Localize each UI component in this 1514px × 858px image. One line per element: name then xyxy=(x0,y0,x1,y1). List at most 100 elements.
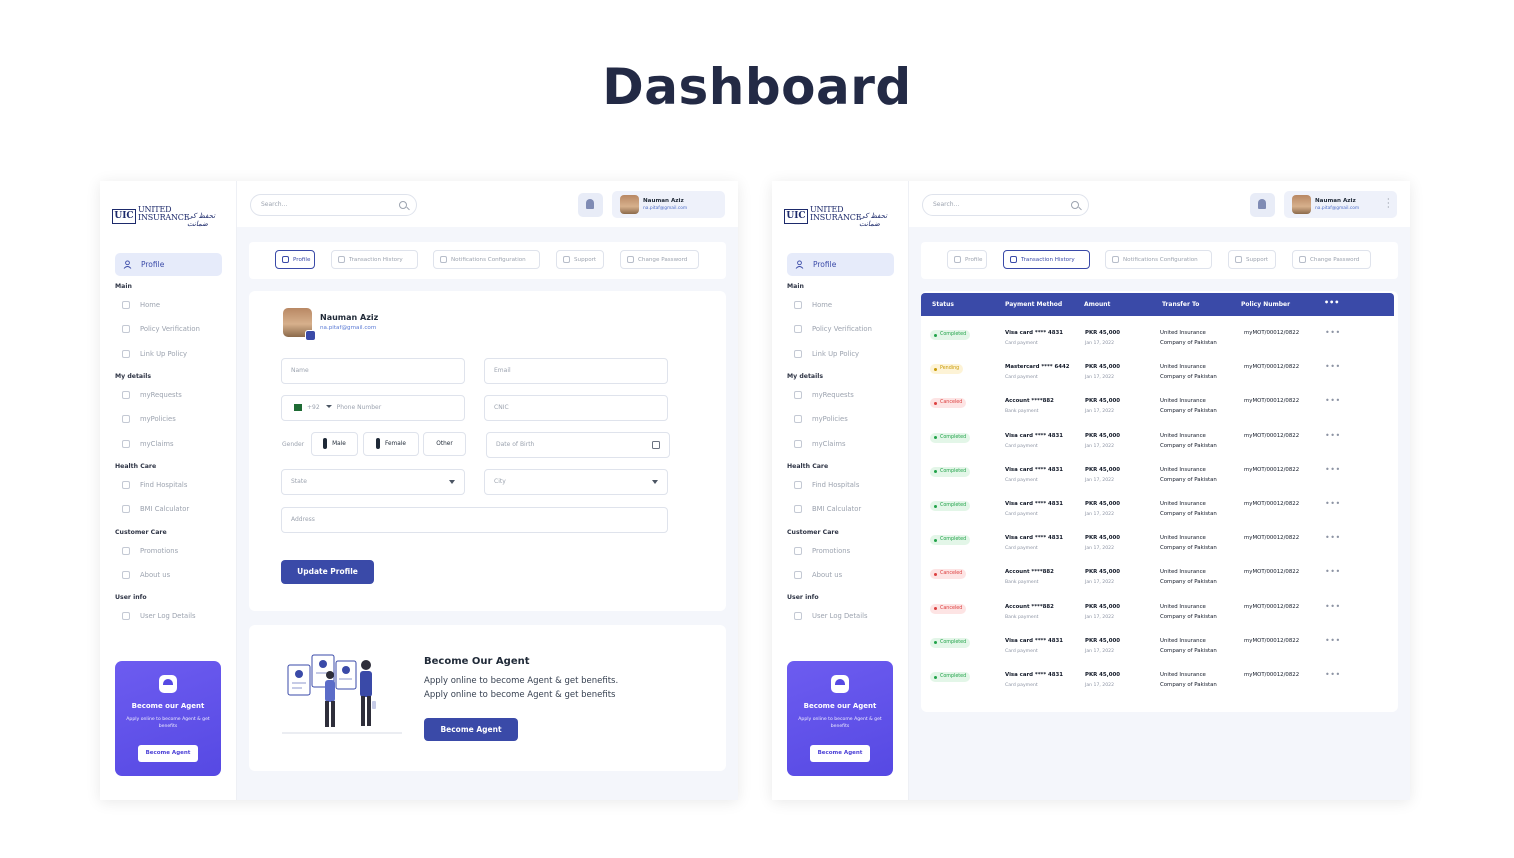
tab-transaction-history[interactable]: Transaction History xyxy=(1003,250,1090,269)
tab-notifications-configuration[interactable]: Notifications Configuration xyxy=(1105,250,1212,269)
calendar-icon[interactable] xyxy=(652,441,660,449)
tab-transaction-history[interactable]: Transaction History xyxy=(331,250,418,269)
row-more-dots-icon[interactable]: ••• xyxy=(1325,602,1341,610)
sidebar-item-promotions[interactable]: Promotions xyxy=(122,547,178,555)
search-input[interactable]: Search... xyxy=(250,194,417,216)
sidebar-item-my-requests[interactable]: myRequests xyxy=(122,391,182,399)
user-menu[interactable]: Nauman Aziz na.pitaf@gmail.com xyxy=(612,191,725,218)
table-row[interactable]: Completed Visa card **** 4831 Card payment… xyxy=(921,323,1394,357)
sidebar-item-user-log-details[interactable]: User Log Details xyxy=(122,612,196,620)
tab-profile[interactable]: Profile xyxy=(275,250,315,269)
sidebar-item-profile[interactable]: Profile xyxy=(115,253,222,276)
agent-banner-line-2: Apply online to become Agent & get benef… xyxy=(424,690,616,700)
row-more-dots-icon[interactable]: ••• xyxy=(1325,671,1341,679)
tab-notifications-configuration[interactable]: Notifications Configuration xyxy=(433,250,540,269)
table-row[interactable]: Pending Mastercard **** 6442 Card payment P… xyxy=(921,357,1394,391)
sidebar-item-my-claims[interactable]: myClaims xyxy=(794,440,846,448)
profile-avatar[interactable] xyxy=(283,308,316,341)
gender-male-button[interactable]: Male xyxy=(311,432,358,456)
name-field[interactable]: Name xyxy=(281,358,465,384)
cnic-field[interactable]: CNIC xyxy=(484,395,668,421)
sidebar-item-link-up-policy[interactable]: Link Up Policy xyxy=(122,350,187,358)
sidebar-item-find-hospitals[interactable]: Find Hospitals xyxy=(794,481,859,489)
gender-other-button[interactable]: Other xyxy=(423,432,466,456)
table-row[interactable]: Canceled Account ****882 Bank payment PKR 4… xyxy=(921,391,1394,425)
search-icon[interactable] xyxy=(1071,201,1079,209)
sidebar-item-user-log-details[interactable]: User Log Details xyxy=(794,612,868,620)
column-amount[interactable]: Amount xyxy=(1084,301,1110,308)
date-of-birth-field[interactable]: Date of Birth xyxy=(486,432,670,458)
table-row[interactable]: Canceled Account ****882 Bank payment PKR 4… xyxy=(921,597,1394,631)
policy-number: myMOT/00012/0822 xyxy=(1244,603,1300,610)
tab-change-password[interactable]: Change Password xyxy=(620,250,699,269)
camera-icon[interactable] xyxy=(305,330,316,341)
search-input[interactable]: Search... xyxy=(922,194,1089,216)
state-select[interactable]: State xyxy=(281,469,465,495)
row-more-dots-icon[interactable]: ••• xyxy=(1325,500,1341,508)
phone-field[interactable]: +92 Phone Number xyxy=(281,395,465,421)
brand-logo[interactable]: UIC UNITED INSURANCE تحفظ کی ضمانت xyxy=(112,206,227,228)
become-agent-button[interactable]: Become Agent xyxy=(810,745,870,762)
transfer-to-company: Company of Pakistan xyxy=(1160,511,1217,517)
sidebar-item-find-hospitals[interactable]: Find Hospitals xyxy=(122,481,187,489)
section-health-care-label: Health Care xyxy=(115,463,157,470)
tab-profile[interactable]: Profile xyxy=(947,250,987,269)
profile-tabs: Profile Transaction History Notification… xyxy=(921,242,1398,279)
become-agent-banner-button[interactable]: Become Agent xyxy=(424,718,518,741)
sidebar-item-policy-verification[interactable]: Policy Verification xyxy=(122,325,200,333)
sidebar-item-home[interactable]: Home xyxy=(122,301,160,309)
column-policy-number[interactable]: Policy Number xyxy=(1241,301,1290,308)
user-menu[interactable]: Nauman Aziz na.pitaf@gmail.com · · · xyxy=(1284,191,1397,218)
sidebar-item-bmi-calculator[interactable]: BMI Calculator xyxy=(794,505,861,513)
table-row[interactable]: Completed Visa card **** 4831 Card payment… xyxy=(921,494,1394,528)
sidebar-item-promotions[interactable]: Promotions xyxy=(794,547,850,555)
more-dots-icon[interactable]: ••• xyxy=(1324,298,1339,307)
sidebar-item-about-us[interactable]: About us xyxy=(122,571,170,579)
table-row[interactable]: Canceled Account ****882 Bank payment PKR 4… xyxy=(921,562,1394,596)
sidebar-item-profile[interactable]: Profile xyxy=(787,253,894,276)
user-icon xyxy=(282,256,289,263)
table-row[interactable]: Completed Visa card **** 4831 Card payment… xyxy=(921,460,1394,494)
bell-icon[interactable] xyxy=(1250,193,1275,217)
table-row[interactable]: Completed Visa card **** 4831 Card payment… xyxy=(921,665,1394,699)
sidebar-item-home[interactable]: Home xyxy=(794,301,832,309)
update-profile-button[interactable]: Update Profile xyxy=(281,560,374,584)
sidebar-item-my-policies[interactable]: myPolicies xyxy=(794,415,848,423)
tab-support[interactable]: Support xyxy=(1228,250,1276,269)
row-more-dots-icon[interactable]: ••• xyxy=(1325,636,1341,644)
tab-change-password[interactable]: Change Password xyxy=(1292,250,1371,269)
sidebar-item-my-claims[interactable]: myClaims xyxy=(122,440,174,448)
row-more-dots-icon[interactable]: ••• xyxy=(1325,568,1341,576)
row-more-dots-icon[interactable]: ••• xyxy=(1325,465,1341,473)
section-customer-care-label: Customer Care xyxy=(787,529,839,536)
more-dots-icon[interactable]: · · · xyxy=(1387,196,1391,212)
section-main-label: Main xyxy=(787,283,804,290)
gender-female-button[interactable]: Female xyxy=(363,432,419,456)
table-row[interactable]: Completed Visa card **** 4831 Card payment… xyxy=(921,631,1394,665)
email-field[interactable]: Email xyxy=(484,358,668,384)
column-transfer-to[interactable]: Transfer To xyxy=(1162,301,1199,308)
sidebar-item-link-up-policy[interactable]: Link Up Policy xyxy=(794,350,859,358)
row-more-dots-icon[interactable]: ••• xyxy=(1325,431,1341,439)
chevron-down-icon[interactable] xyxy=(325,405,332,408)
column-payment-method[interactable]: Payment Method xyxy=(1005,301,1062,308)
row-more-dots-icon[interactable]: ••• xyxy=(1325,534,1341,542)
bell-icon[interactable] xyxy=(578,193,603,217)
column-status[interactable]: Status xyxy=(932,301,954,308)
city-select[interactable]: City xyxy=(484,469,668,495)
table-row[interactable]: Completed Visa card **** 4831 Card payment… xyxy=(921,528,1394,562)
sidebar-item-policy-verification[interactable]: Policy Verification xyxy=(794,325,872,333)
sidebar-item-my-requests[interactable]: myRequests xyxy=(794,391,854,399)
table-row[interactable]: Completed Visa card **** 4831 Card payment… xyxy=(921,426,1394,460)
sidebar-item-bmi-calculator[interactable]: BMI Calculator xyxy=(122,505,189,513)
address-field[interactable]: Address xyxy=(281,507,668,533)
sidebar-item-about-us[interactable]: About us xyxy=(794,571,842,579)
row-more-dots-icon[interactable]: ••• xyxy=(1325,329,1341,337)
row-more-dots-icon[interactable]: ••• xyxy=(1325,397,1341,405)
sidebar-item-my-policies[interactable]: myPolicies xyxy=(122,415,176,423)
row-more-dots-icon[interactable]: ••• xyxy=(1325,363,1341,371)
brand-logo[interactable]: UIC UNITED INSURANCE تحفظ کی ضمانت xyxy=(784,206,899,228)
become-agent-button[interactable]: Become Agent xyxy=(138,745,198,762)
search-icon[interactable] xyxy=(399,201,407,209)
tab-support[interactable]: Support xyxy=(556,250,604,269)
